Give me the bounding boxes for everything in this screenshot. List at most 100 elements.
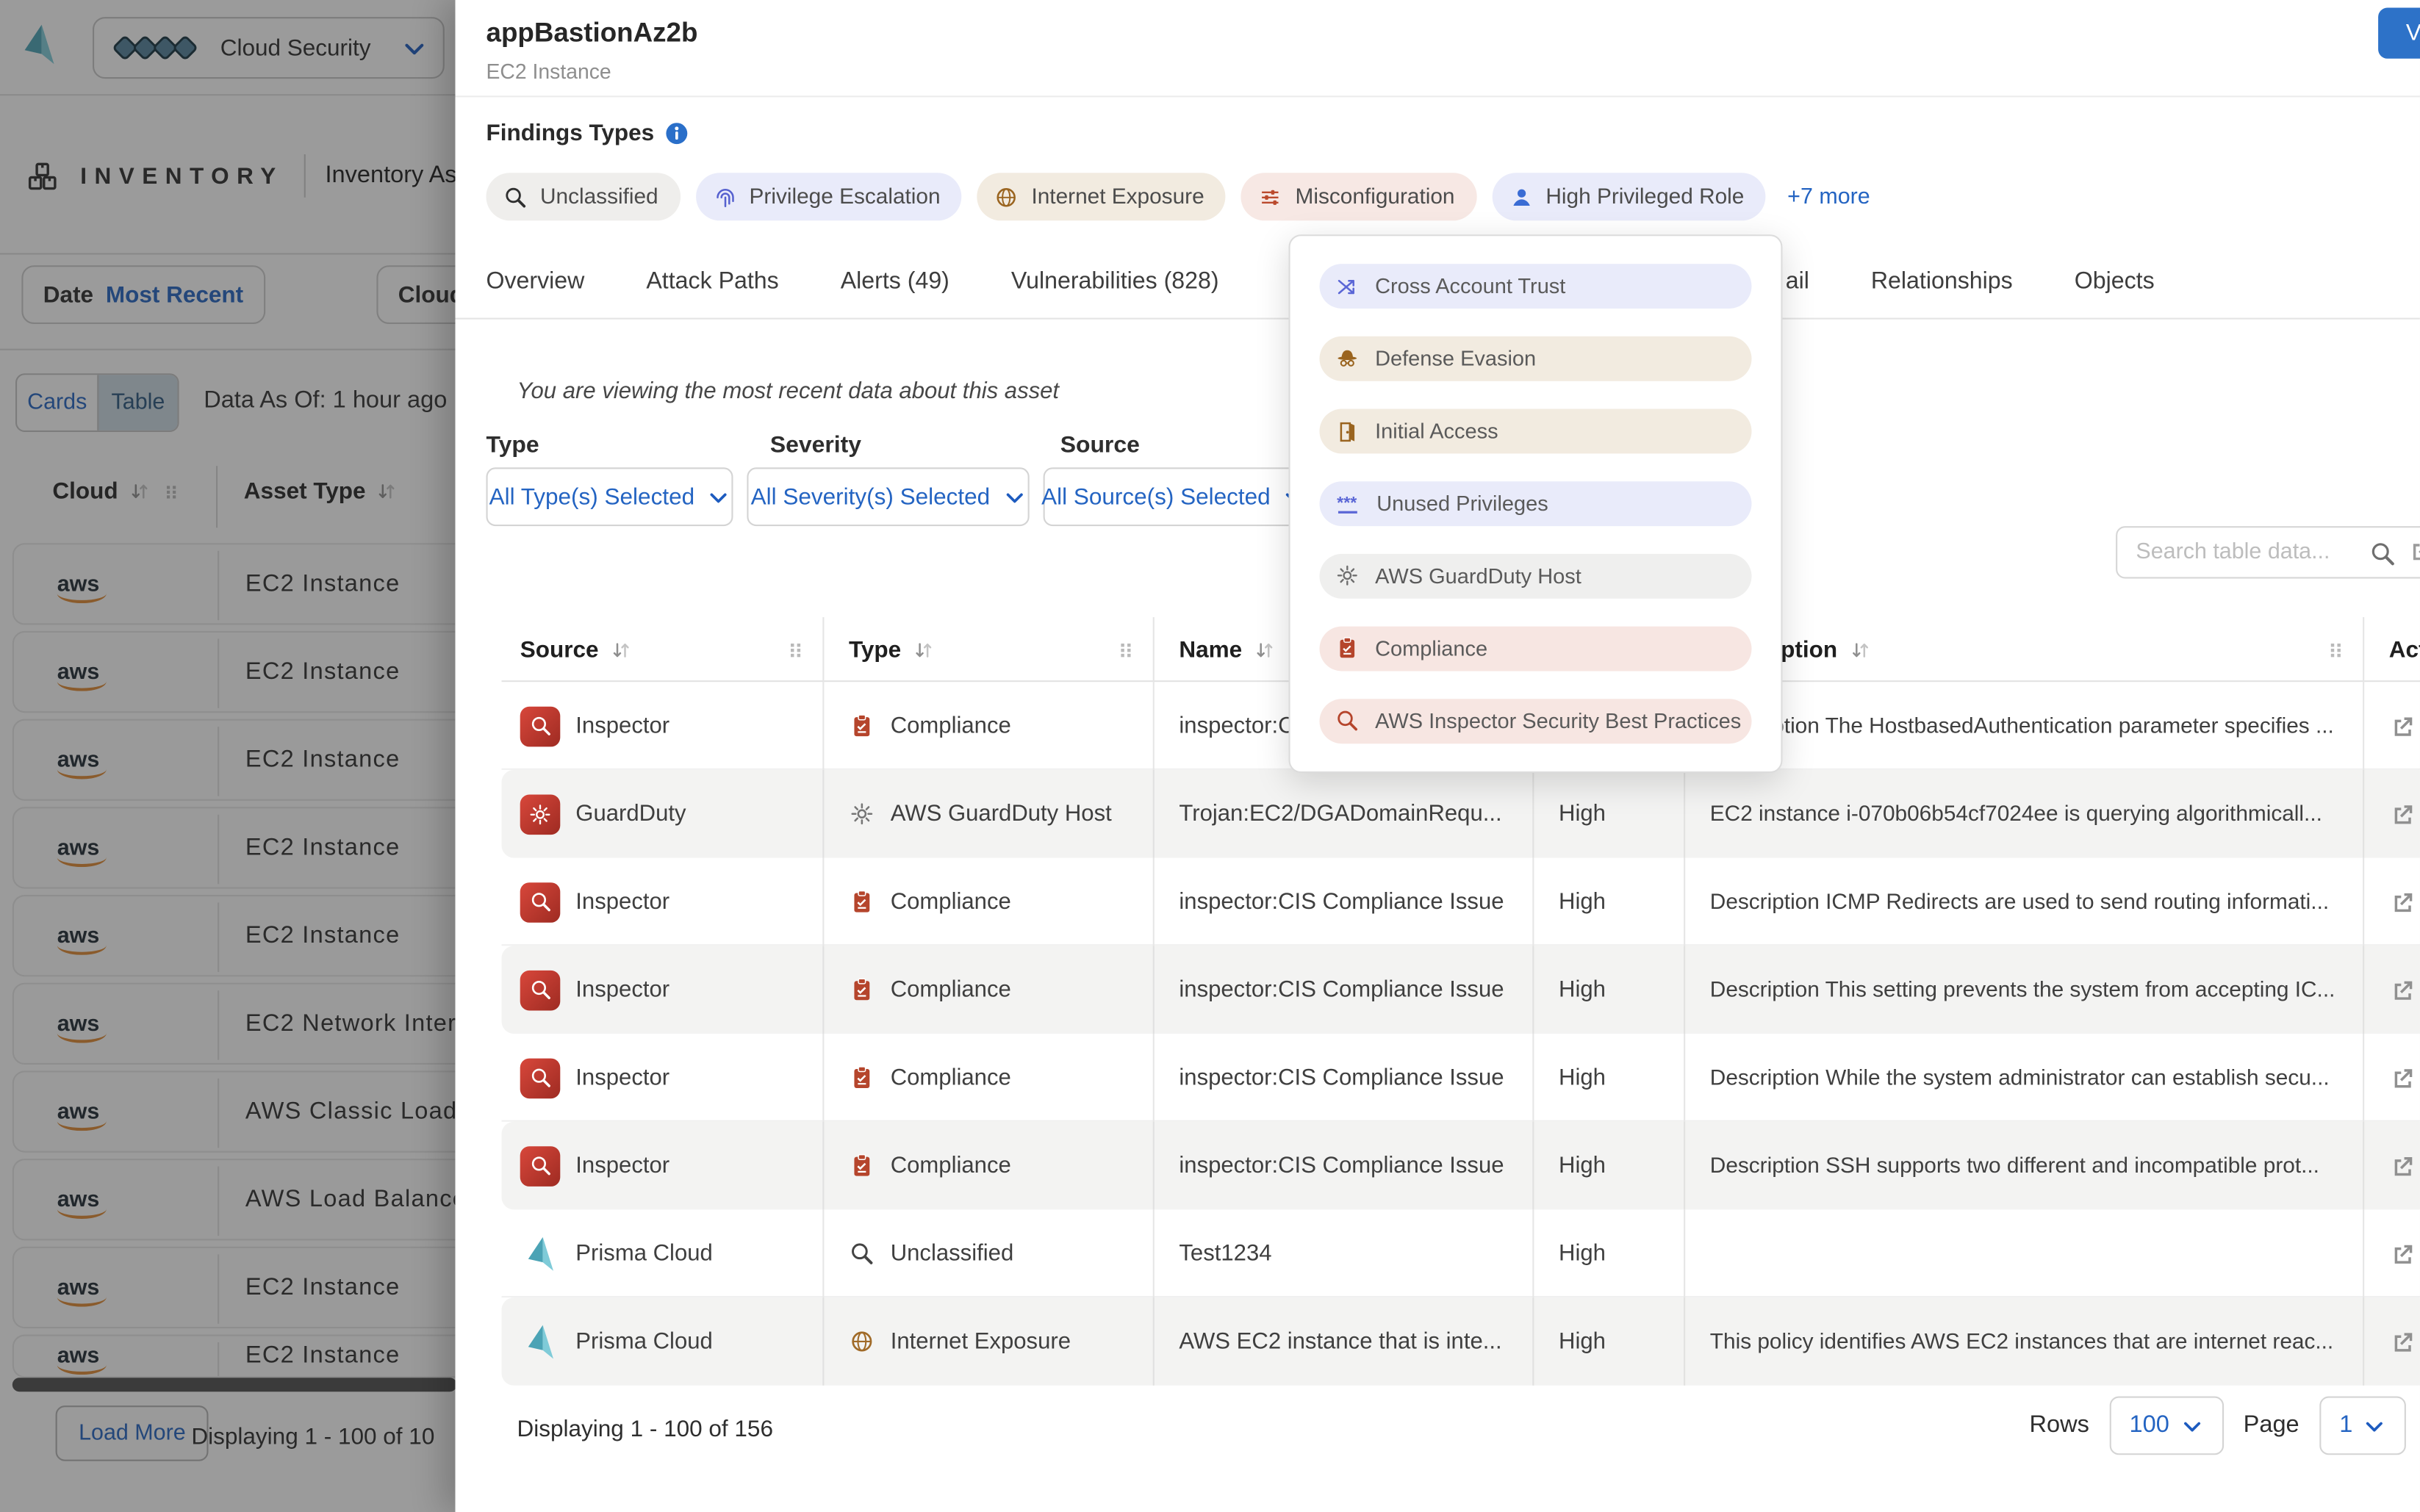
prisma-cloud-logo-icon [520, 1322, 561, 1362]
type-filter-label: Type [486, 432, 539, 458]
column-action[interactable]: Action [2363, 617, 2420, 682]
column-description[interactable]: Description [1684, 617, 2363, 682]
chip-internet-exposure[interactable]: Internet Exposure [977, 173, 1226, 220]
door-icon [1335, 419, 1360, 444]
table-row[interactable]: Inspector Compliance inspector:CIS Compl… [501, 1122, 2420, 1210]
page-label: Page [2244, 1411, 2299, 1439]
inspector-badge-icon [520, 1058, 561, 1098]
dropdown-item-cross-account-trust[interactable]: Cross Account Trust [1319, 264, 1751, 309]
export-icon[interactable] [2408, 537, 2420, 565]
inspector-badge-icon [520, 970, 561, 1010]
search-icon[interactable] [2369, 540, 2396, 568]
info-icon[interactable] [665, 122, 689, 145]
modal-dim-overlay [0, 0, 457, 1512]
gear-icon [1335, 564, 1360, 588]
open-finding-icon[interactable] [2389, 1152, 2417, 1180]
source-filter-select[interactable]: All Source(s) Selected [1044, 467, 1304, 526]
open-finding-icon[interactable] [2389, 888, 2417, 916]
table-row[interactable]: Inspector Compliance inspector:CIS Compl… [501, 858, 2420, 946]
tab-objects[interactable]: Objects [2075, 247, 2155, 318]
clipboard-icon [849, 1065, 875, 1091]
severity-filter-select[interactable]: All Severity(s) Selected [747, 467, 1029, 526]
findings-displaying-count: Displaying 1 - 100 of 156 [517, 1416, 772, 1443]
open-finding-icon[interactable] [2389, 1064, 2417, 1092]
tab-alerts[interactable]: Alerts (49) [841, 247, 949, 318]
inspector-badge-icon [520, 882, 561, 922]
asterisks-icon [1335, 491, 1361, 517]
findings-types-dropdown: Cross Account Trust Defense Evasion Init… [1288, 234, 1782, 773]
severity-filter-label: Severity [770, 432, 861, 458]
column-type[interactable]: Type [822, 617, 1152, 682]
clipboard-icon [849, 889, 875, 915]
tab-audit-trail-partial[interactable]: ail [1786, 247, 1809, 318]
page-select[interactable]: 1 [2319, 1396, 2407, 1455]
inspector-badge-icon [520, 706, 561, 746]
tab-overview[interactable]: Overview [486, 247, 585, 318]
clipboard-icon [849, 713, 875, 739]
open-finding-icon[interactable] [2389, 1328, 2417, 1356]
open-finding-icon[interactable] [2389, 1239, 2417, 1267]
rows-per-page-select[interactable]: 100 [2109, 1396, 2223, 1455]
tab-attack-paths[interactable]: Attack Paths [646, 247, 778, 318]
person-icon [1509, 184, 1534, 209]
dropdown-item-aws-guardduty-host[interactable]: AWS GuardDuty Host [1319, 553, 1751, 599]
table-row[interactable]: Prisma Cloud Internet Exposure AWS EC2 i… [501, 1297, 2420, 1386]
chevron-down-icon [707, 485, 730, 508]
dropdown-item-compliance[interactable]: Compliance [1319, 626, 1751, 672]
drag-handle-icon[interactable] [784, 638, 808, 661]
chip-high-privileged-role[interactable]: High Privileged Role [1492, 173, 1766, 220]
view-button[interactable]: Vie [2378, 8, 2420, 59]
chip-unclassified[interactable]: Unclassified [486, 173, 681, 220]
app-root: Cloud Security INVENTORY Inventory Asset… [0, 0, 2420, 1512]
sliders-icon [1258, 184, 1283, 209]
tab-vulnerabilities[interactable]: Vulnerabilities (828) [1011, 247, 1219, 318]
chevron-down-icon [2363, 1414, 2387, 1438]
open-finding-icon[interactable] [2389, 976, 2417, 1004]
divider [456, 96, 2420, 97]
source-filter-label: Source [1060, 432, 1140, 458]
magnifier-icon [1335, 708, 1360, 733]
clipboard-icon [849, 976, 875, 1003]
findings-type-chips: Unclassified Privilege Escalation Intern… [486, 173, 1870, 220]
globe-icon [994, 184, 1019, 209]
column-source[interactable]: Source [501, 617, 822, 682]
shuffle-arrows-icon [1335, 274, 1360, 299]
chevron-down-icon [1002, 485, 1026, 508]
search-icon [503, 184, 528, 209]
more-findings-link[interactable]: +7 more [1787, 184, 1870, 209]
rows-label: Rows [2029, 1411, 2089, 1439]
guardduty-badge-icon [520, 793, 561, 834]
sort-icon [912, 638, 936, 661]
dropdown-item-defense-evasion[interactable]: Defense Evasion [1319, 336, 1751, 382]
table-row[interactable]: Prisma Cloud Unclassified Test1234 High [501, 1209, 2420, 1297]
sort-icon [1253, 638, 1277, 661]
type-filter-select[interactable]: All Type(s) Selected [486, 467, 733, 526]
recent-data-notice: You are viewing the most recent data abo… [517, 380, 1059, 405]
table-row[interactable]: Inspector Compliance inspector:CIS Compl… [501, 946, 2420, 1034]
dropdown-item-unused-privileges[interactable]: Unused Privileges [1319, 481, 1751, 527]
gear-icon [849, 801, 875, 827]
drag-handle-icon[interactable] [2324, 638, 2348, 661]
search-icon [849, 1240, 875, 1267]
chevron-down-icon [2180, 1414, 2204, 1438]
open-finding-icon[interactable] [2389, 712, 2417, 740]
chip-privilege-escalation[interactable]: Privilege Escalation [695, 173, 962, 220]
pagination: Rows 100 Page 1 of 2 [2029, 1396, 2420, 1455]
open-finding-icon[interactable] [2389, 800, 2417, 828]
table-row[interactable]: Inspector Compliance inspector:CIS Compl… [501, 1034, 2420, 1122]
chip-misconfiguration[interactable]: Misconfiguration [1241, 173, 1476, 220]
globe-icon [849, 1328, 875, 1355]
dropdown-item-initial-access[interactable]: Initial Access [1319, 408, 1751, 454]
asset-type-subtitle: EC2 Instance [486, 60, 611, 84]
background-page: Cloud Security INVENTORY Inventory Asset… [0, 0, 457, 1512]
dropdown-item-aws-inspector-best-practices[interactable]: AWS Inspector Security Best Practices [1319, 698, 1751, 744]
table-search [2116, 526, 2420, 578]
drag-handle-icon[interactable] [1114, 638, 1138, 661]
sort-icon [1848, 638, 1872, 661]
spy-icon [1335, 347, 1360, 372]
tab-relationships[interactable]: Relationships [1871, 247, 2013, 318]
table-row[interactable]: GuardDuty AWS GuardDuty Host Trojan:EC2/… [501, 770, 2420, 858]
clipboard-icon [1335, 636, 1360, 661]
search-input[interactable] [2136, 529, 2367, 575]
clipboard-icon [849, 1153, 875, 1179]
